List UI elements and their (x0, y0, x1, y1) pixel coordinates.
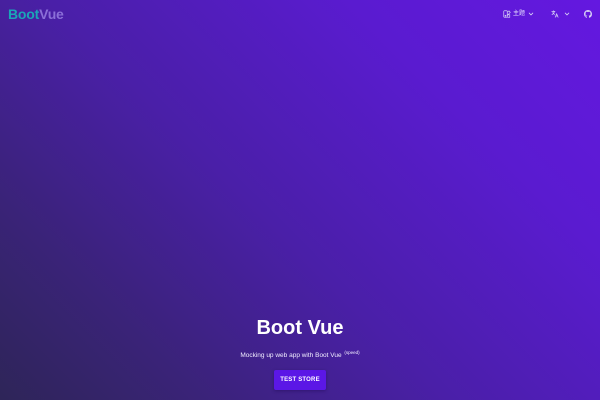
page: BootVue 主题 Boot Vue Mocking up web app w… (0, 0, 600, 400)
translate-icon (551, 10, 559, 18)
language-dropdown[interactable] (551, 8, 570, 20)
navbar-actions: 主题 (503, 8, 592, 20)
github-link[interactable] (584, 8, 592, 20)
chevron-down-icon (528, 11, 534, 17)
hero-subtitle: Mocking up web app with Boot Vue (speed) (0, 348, 600, 360)
theme-dropdown[interactable]: 主题 (503, 8, 534, 20)
brand-logo-part-boot: Boot (8, 6, 40, 22)
chevron-down-icon (564, 11, 570, 17)
hero: Boot Vue Mocking up web app with Boot Vu… (0, 314, 600, 390)
brand-logo-part-vue: Vue (39, 6, 64, 22)
hero-subtitle-sup: (speed) (344, 350, 360, 355)
github-icon (584, 10, 592, 18)
hero-subtitle-text: Mocking up web app with Boot Vue (240, 352, 342, 359)
theme-dropdown-label: 主题 (512, 11, 525, 17)
test-store-button[interactable]: TEST STORE (274, 370, 326, 390)
swatch-icon (503, 10, 511, 18)
hero-title: Boot Vue (256, 317, 344, 339)
brand-logo[interactable]: BootVue (8, 6, 64, 22)
navbar: BootVue 主题 (0, 0, 600, 28)
